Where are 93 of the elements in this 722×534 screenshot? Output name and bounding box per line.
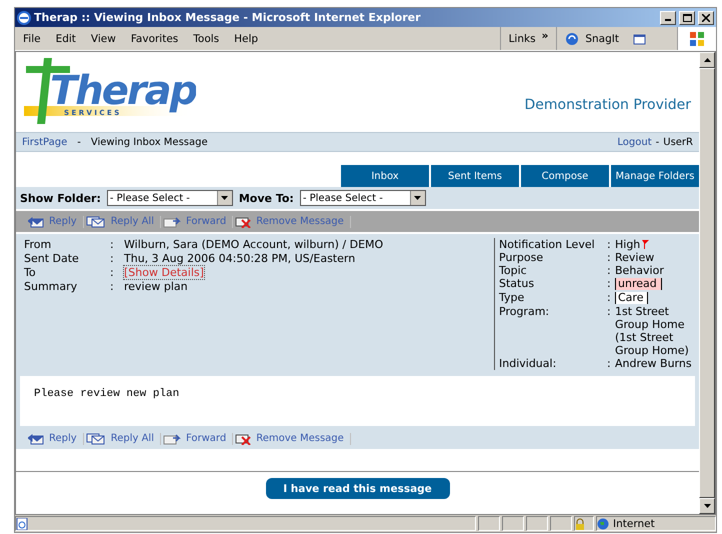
message-body: Please review new plan bbox=[20, 376, 695, 426]
menu-item[interactable]: File bbox=[23, 32, 41, 44]
minimize-button[interactable] bbox=[660, 10, 676, 24]
field-value: review plan bbox=[124, 280, 188, 293]
dropdown-arrow-icon bbox=[414, 196, 422, 200]
envelope-icon bbox=[28, 432, 44, 444]
menu-item[interactable]: Tools bbox=[193, 32, 220, 44]
field-label: Topic bbox=[499, 264, 528, 277]
scroll-down-button[interactable] bbox=[699, 498, 715, 514]
snagit-button[interactable]: SnagIt bbox=[585, 32, 619, 44]
forward-envelope-icon bbox=[162, 216, 181, 228]
field-colon: : bbox=[607, 277, 612, 291]
security-zone: Internet bbox=[613, 518, 655, 530]
browser-icon bbox=[17, 10, 31, 24]
status-tag: Care bbox=[615, 292, 648, 304]
close-button[interactable] bbox=[698, 10, 714, 24]
field-value: High bbox=[615, 238, 640, 251]
field-label: Individual: bbox=[499, 357, 558, 370]
breadcrumb-link[interactable]: FirstPage bbox=[22, 136, 68, 148]
field-value: Andrew Burns bbox=[615, 357, 692, 370]
field-label: Purpose bbox=[499, 251, 544, 264]
folder-tab[interactable]: Sent Items bbox=[431, 165, 519, 187]
lock-icon bbox=[575, 518, 585, 530]
up-arrow-icon bbox=[704, 58, 710, 62]
window-capture-icon[interactable] bbox=[633, 32, 647, 44]
field-label: Notification Level bbox=[499, 238, 596, 251]
folder-select[interactable]: - Please Select - bbox=[300, 190, 426, 206]
swirl-icon bbox=[565, 32, 580, 46]
field-colon: : bbox=[110, 238, 115, 251]
message-action-link[interactable]: Reply All bbox=[84, 432, 161, 444]
filter-label: Show Folder: bbox=[20, 192, 101, 204]
field-colon: : bbox=[607, 251, 612, 264]
page-icon bbox=[16, 518, 28, 530]
field-colon: : bbox=[607, 264, 612, 277]
windows-flag-icon bbox=[689, 30, 705, 46]
close-icon bbox=[702, 14, 710, 22]
field-value: Wilburn, Sara (DEMO Account, wilburn) / DEMO bbox=[124, 238, 384, 251]
menu-item[interactable]: Help bbox=[234, 32, 258, 44]
field-colon: : bbox=[110, 252, 115, 265]
toolbar-chevron[interactable]: » bbox=[542, 30, 548, 42]
field-colon: : bbox=[607, 291, 612, 305]
status-tag: unread bbox=[615, 278, 662, 290]
breadcrumb-separator: - bbox=[77, 136, 81, 148]
minimize-icon bbox=[665, 19, 671, 21]
message-action-link[interactable]: Reply bbox=[26, 432, 84, 444]
field-label: Sent Date bbox=[24, 252, 80, 265]
folder-tab[interactable]: Compose bbox=[521, 165, 609, 187]
breadcrumb-current: Viewing Inbox Message bbox=[90, 136, 208, 148]
user-name: UserR bbox=[663, 136, 693, 148]
menu-item[interactable]: View bbox=[90, 32, 116, 44]
field-label: Status bbox=[499, 277, 536, 291]
envelope-delete-icon bbox=[235, 216, 252, 228]
field-colon: : bbox=[607, 357, 612, 370]
show-details-link[interactable]: [Show Details] bbox=[124, 266, 204, 279]
folder-tab[interactable]: Inbox bbox=[341, 165, 429, 187]
maximize-icon bbox=[682, 14, 692, 22]
envelope-icon bbox=[28, 216, 44, 228]
field-colon: : bbox=[607, 238, 612, 251]
down-arrow-icon bbox=[704, 504, 710, 508]
menu-item[interactable]: Edit bbox=[56, 32, 76, 44]
filter-label: Move To: bbox=[238, 192, 294, 204]
message-action-link[interactable]: Remove Message bbox=[233, 432, 351, 444]
forward-envelope-icon bbox=[162, 432, 181, 444]
field-value: Thu, 3 Aug 2006 04:50:28 PM, US/Eastern bbox=[124, 252, 356, 265]
envelopes-icon bbox=[86, 432, 106, 444]
menu-item[interactable]: Favorites bbox=[130, 32, 178, 44]
dropdown-arrow-icon bbox=[221, 196, 228, 200]
links-label[interactable]: Links bbox=[508, 32, 536, 44]
field-label: To bbox=[24, 266, 37, 279]
read-confirm-button[interactable]: I have read this message bbox=[266, 478, 450, 499]
field-label: Summary bbox=[24, 280, 78, 293]
message-action-link[interactable]: Forward bbox=[160, 432, 234, 444]
globe-icon bbox=[597, 518, 609, 530]
window-title: Therap :: Viewing Inbox Message - Microsoft Internet Explorer bbox=[34, 11, 422, 24]
field-label: Program: bbox=[499, 305, 550, 320]
user-separator: - bbox=[656, 136, 660, 148]
field-value: Review bbox=[615, 251, 654, 264]
field-value: 1st Street Group Home (1st Street Group Home) bbox=[615, 305, 690, 357]
folder-tab[interactable]: Manage Folders bbox=[611, 165, 699, 187]
envelope-delete-icon bbox=[235, 432, 252, 444]
field-colon: : bbox=[607, 305, 612, 320]
flag-icon bbox=[642, 240, 650, 249]
maximize-button[interactable] bbox=[679, 10, 695, 24]
field-colon: : bbox=[110, 266, 115, 279]
field-value: Behavior bbox=[615, 264, 664, 277]
field-label: From bbox=[24, 238, 52, 251]
logout-link[interactable]: Logout bbox=[617, 136, 652, 148]
field-colon: : bbox=[110, 280, 115, 293]
folder-select[interactable]: - Please Select - bbox=[106, 190, 233, 206]
scroll-up-button[interactable] bbox=[699, 52, 715, 68]
field-label: Type bbox=[499, 291, 526, 305]
envelopes-icon bbox=[86, 216, 106, 228]
provider-name: Demonstration Provider bbox=[524, 97, 691, 113]
